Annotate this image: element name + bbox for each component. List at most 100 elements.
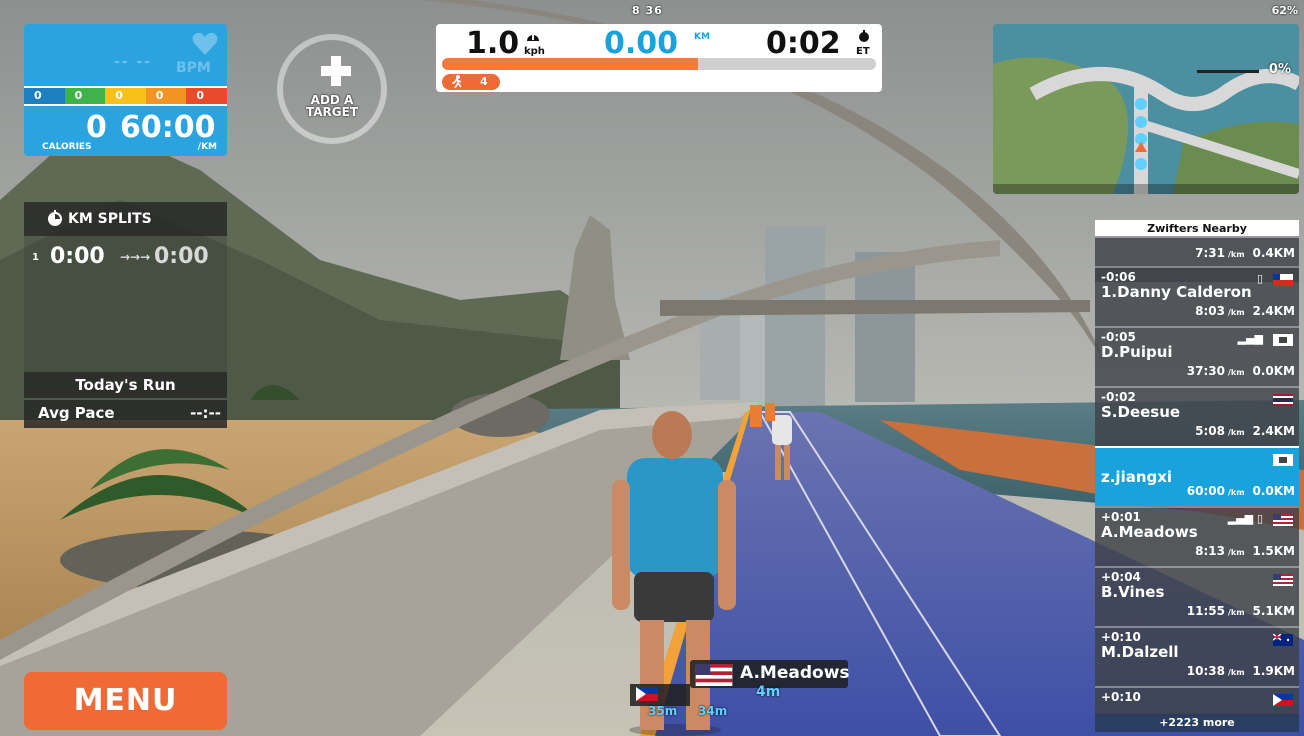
phone-icon: ▯ [1256,272,1263,285]
avg-pace-row: Avg Pace --:-- [24,400,227,428]
row-pace: 11:55 [1186,604,1225,618]
distance-value: 0.00 [604,26,679,61]
row-pace: 7:31 [1195,246,1225,260]
ride-stats-hud: 1.0 kph 0.00 KM 0:02 ET 4 [436,24,882,92]
todays-run-panel: Today's Run Avg Pace --:-- [24,372,227,430]
grade-value: 0% [1268,62,1291,77]
row-gap: -0:05 [1101,330,1136,344]
zone-3: 0 [105,88,146,104]
row-name: A.Meadows [1101,523,1198,541]
row-name: B.Vines [1101,583,1165,601]
calories-label: CALORIES [42,142,92,152]
row-pace: 10:38 [1186,664,1225,678]
km-splits-body: 1 0:00 →→→ 0:00 [24,236,227,376]
heart-icon [192,32,218,55]
grade-bar [1197,70,1259,73]
row-pace-unit: /km [1228,250,1245,259]
nearby-runners-count: 4 [480,75,488,88]
nearby-row-6[interactable]: +0:04 B.Vines 11:55 /km 5.1KM [1095,566,1299,626]
chile-flag-icon [1273,274,1293,286]
speed-unit: kph [524,46,545,57]
minimap-terrain [993,24,1299,194]
minimap[interactable]: 0% [993,24,1299,194]
thailand-flag-icon [1273,394,1293,406]
row-gap: +0:10 [1101,690,1141,704]
more-zwifters-button[interactable]: +2223 more [1095,714,1299,732]
philippines-flag-icon [1273,694,1293,706]
system-clock: 8 36 [632,4,663,17]
signal-bars-icon: ▂▄▆ [1237,332,1263,345]
row-pace: 8:13 [1195,544,1225,558]
bpm-label: BPM [176,60,211,76]
row-distance: 0.4KM [1252,246,1296,260]
runner-tag-distance: 4m [756,684,781,700]
runner-tag-mid-distance: 34m [698,704,728,718]
row-pace-unit: /km [1228,308,1245,317]
row-pace: 60:00 [1186,484,1225,498]
row-distance: 0.0KM [1252,364,1296,378]
elapsed-time-value: 0:02 [766,26,841,61]
heart-zones: 0 0 0 0 0 [24,86,227,106]
split-index: 1 [32,252,39,263]
row-pace-unit: /km [1228,368,1245,377]
flag-icon [1273,454,1293,466]
row-distance: 0.0KM [1252,484,1296,498]
row-name: z.jiangxi [1101,468,1173,486]
elapsed-time-unit: ET [856,46,870,57]
plus-icon [321,56,351,86]
zone-5: 0 [186,88,227,104]
avg-pace-label: Avg Pace [38,404,115,422]
zwifters-nearby-panel: Zwifters Nearby 7:31 /km 0.4KM -0:06 ▯ 1… [1095,220,1299,732]
avg-pace-value: --:-- [190,404,221,422]
km-splits-title: KM SPLITS [68,211,152,227]
split-current: 0:00 [50,244,105,269]
split-previous: 0:00 [154,244,209,269]
row-distance: 2.4KM [1252,304,1296,318]
row-pace-unit: /km [1228,548,1245,557]
nearby-row-self[interactable]: z.jiangxi 60:00 /km 0.0KM [1095,446,1299,506]
stopwatch-icon [48,210,62,226]
row-name: S.Deesue [1101,403,1181,421]
nearby-row-8[interactable]: +0:10 [1095,686,1299,716]
row-gap: +0:04 [1101,570,1141,584]
row-gap: -0:02 [1101,390,1136,404]
menu-button[interactable]: MENU [24,672,227,730]
todays-run-title: Today's Run [24,372,227,398]
flag-icon [1273,334,1293,346]
runner-tag-name: A.Meadows [740,663,850,683]
nearby-row-3[interactable]: -0:02 S.Deesue 5:08 /km 2.4KM [1095,386,1299,446]
row-distance: 2.4KM [1252,424,1296,438]
row-name: M.Dalzell [1101,643,1179,661]
distance-unit: KM [694,32,710,42]
row-pace: 37:30 [1186,364,1225,378]
row-pace-unit: /km [1228,668,1245,677]
nearby-runners-badge: 4 [442,74,500,90]
add-target-label: ADD A TARGET [305,93,358,119]
row-pace: 5:08 [1195,424,1225,438]
nearby-row-2[interactable]: -0:05 ▂▄▆ D.Puipui 37:30 /km 0.0KM [1095,326,1299,386]
row-gap: -0:06 [1101,270,1136,284]
runner-tag-far [630,684,690,706]
row-distance: 5.1KM [1252,604,1296,618]
row-pace-unit: /km [1228,608,1245,617]
speedometer-icon [527,34,539,41]
current-pace-value: 60:00 [120,110,216,145]
route-progress-bar [442,58,876,70]
australia-flag-icon [1273,634,1293,646]
add-target-button[interactable]: ADD A TARGET [277,34,387,144]
nearby-row-5[interactable]: +0:01 ▂▄▆ ▯ A.Meadows 8:13 /km 1.5KM [1095,506,1299,566]
row-name: D.Puipui [1101,343,1173,361]
zone-1: 0 [24,88,65,104]
nearby-row-1[interactable]: -0:06 ▯ 1.Danny Calderon 8:03 /km 2.4KM [1095,266,1299,326]
philippines-flag-icon [636,687,658,701]
row-distance: 1.5KM [1252,544,1296,558]
runner-tag-far-distance: 35m [648,704,678,718]
runner-icon [452,75,462,89]
row-gap: +0:10 [1101,630,1141,644]
speed-value: 1.0 [466,26,520,61]
nearby-row-7[interactable]: +0:10 M.Dalzell 10:38 /km 1.9KM [1095,626,1299,686]
row-distance: 1.9KM [1252,664,1296,678]
calories-value: 0 [86,110,107,145]
heart-rate-panel: -- -- BPM 0 0 0 0 0 0 60:00 CALORIES /KM [24,24,227,156]
zone-4: 0 [145,88,187,104]
